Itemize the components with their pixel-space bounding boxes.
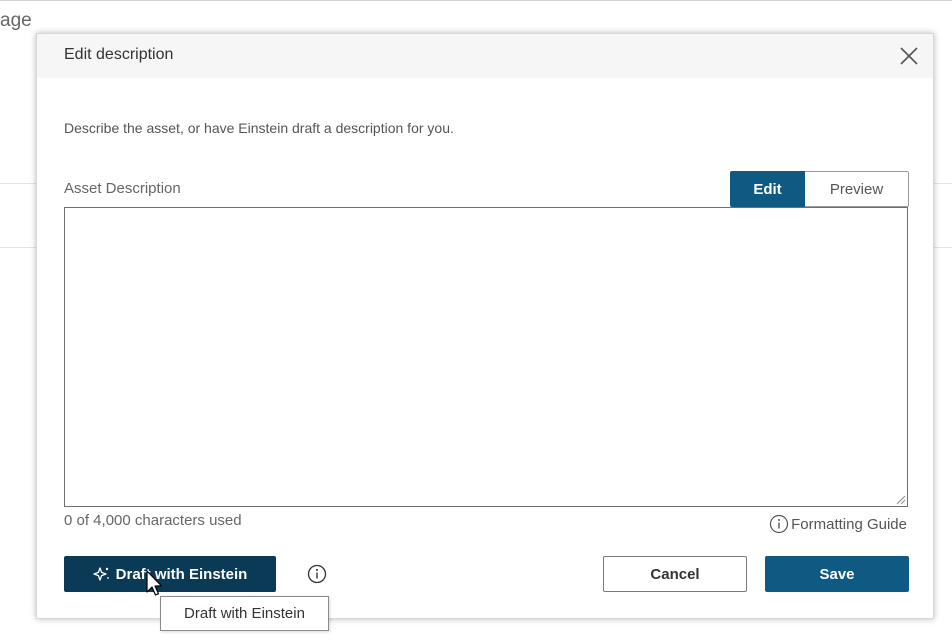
tab-edit[interactable]: Edit bbox=[730, 171, 805, 207]
draft-tooltip: Draft with Einstein bbox=[160, 596, 329, 631]
dialog-header: Edit description bbox=[37, 34, 933, 78]
sparkle-icon bbox=[93, 567, 109, 581]
dialog-title: Edit description bbox=[64, 46, 174, 63]
character-count: 0 of 4,000 characters used bbox=[64, 512, 242, 529]
edit-preview-toggle: Edit Preview bbox=[730, 171, 909, 207]
background-page-label: age bbox=[0, 10, 32, 31]
mouse-cursor-icon bbox=[146, 570, 163, 596]
resize-handle-icon[interactable] bbox=[895, 494, 906, 505]
draft-info-button[interactable] bbox=[306, 563, 328, 585]
close-button[interactable] bbox=[896, 43, 922, 69]
info-icon bbox=[770, 514, 789, 534]
asset-description-label: Asset Description bbox=[64, 180, 181, 197]
formatting-guide-label: Formatting Guide bbox=[791, 515, 907, 533]
dialog-instructions: Describe the asset, or have Einstein dra… bbox=[64, 120, 454, 136]
asset-description-textarea[interactable] bbox=[64, 207, 908, 507]
save-button[interactable]: Save bbox=[765, 556, 909, 592]
close-icon bbox=[900, 47, 918, 65]
cancel-button[interactable]: Cancel bbox=[603, 556, 747, 592]
draft-with-einstein-button[interactable]: Draft with Einstein bbox=[64, 556, 276, 592]
formatting-guide-link[interactable]: Formatting Guide bbox=[769, 514, 907, 534]
tab-preview[interactable]: Preview bbox=[805, 171, 909, 207]
info-icon bbox=[307, 564, 327, 584]
edit-description-dialog: Edit description Describe the asset, or … bbox=[36, 33, 934, 619]
draft-button-label: Draft with Einstein bbox=[115, 565, 248, 583]
page-top-divider bbox=[0, 0, 952, 1]
